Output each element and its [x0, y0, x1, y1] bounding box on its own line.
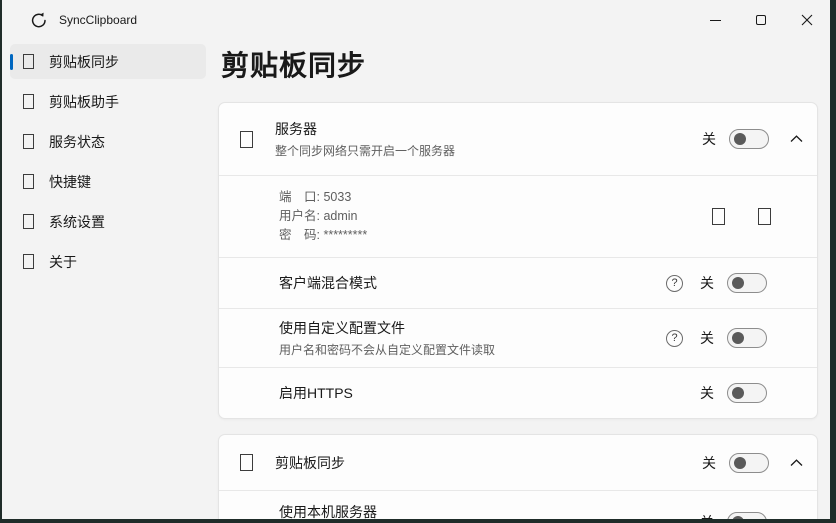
page-title: 剪贴板同步 — [221, 44, 818, 84]
missing-glyph-icon — [758, 208, 771, 225]
sidebar-item-service-status[interactable]: 服务状态 — [10, 124, 206, 159]
enable-https-toggle[interactable] — [727, 383, 767, 403]
client-mix-mode-toggle[interactable] — [727, 273, 767, 293]
toggle-knob — [732, 516, 744, 520]
sidebar-item-label: 关于 — [49, 252, 77, 272]
username-value: admin — [323, 209, 357, 223]
client-mix-mode-row: 客户端混合模式 ? 关 — [219, 257, 817, 308]
password-value: ********* — [323, 228, 367, 242]
toggle-knob — [732, 277, 744, 289]
chevron-up-icon — [790, 135, 803, 143]
toggle-knob — [734, 457, 746, 469]
chevron-up-icon — [790, 459, 803, 467]
maximize-icon — [756, 15, 766, 25]
sidebar-item-label: 快捷键 — [49, 172, 91, 192]
toggle-state-label: 关 — [700, 512, 714, 520]
server-icon — [240, 131, 253, 148]
server-username-line: 用户名: admin — [279, 207, 679, 226]
system-settings-icon — [23, 214, 34, 229]
custom-config-row: 使用自定义配置文件 用户名和密码不会从自定义配置文件读取 ? 关 — [219, 308, 817, 367]
clipboard-sync-card-title: 剪贴板同步 — [275, 453, 702, 473]
toggle-state-label: 关 — [700, 273, 714, 293]
server-toggle-state-label: 关 — [702, 129, 716, 149]
maximize-button[interactable] — [738, 0, 784, 40]
local-server-row: 使用本机服务器 本机服务器开启时，可免配置直接连接 关 — [219, 490, 817, 519]
server-password-line: 密 码: ********* — [279, 226, 679, 245]
hotkeys-icon — [23, 174, 34, 189]
enable-https-label: 启用HTTPS — [279, 383, 700, 403]
local-server-label: 使用本机服务器 — [279, 502, 700, 520]
copy-server-info-button[interactable] — [712, 208, 725, 225]
port-label: 端 口: — [279, 190, 320, 204]
titlebar: SyncClipboard — [2, 0, 830, 40]
port-value: 5033 — [323, 190, 351, 204]
main-content: 剪贴板同步 服务器 整个同步网络只需开启一个服务器 关 — [218, 40, 830, 519]
server-card-title: 服务器 — [275, 119, 702, 139]
server-info-panel: 端 口: 5033 用户名: admin 密 码: ********* — [219, 175, 817, 257]
help-icon[interactable]: ? — [666, 275, 683, 292]
toggle-state-label: 关 — [700, 328, 714, 348]
server-card: 服务器 整个同步网络只需开启一个服务器 关 端 口: 5033 用户名 — [218, 102, 818, 419]
server-collapse-button[interactable] — [790, 135, 803, 143]
server-port-line: 端 口: 5033 — [279, 188, 679, 207]
close-icon — [801, 14, 813, 26]
local-server-toggle[interactable] — [727, 512, 767, 520]
clipboard-assistant-icon — [23, 94, 34, 109]
toggle-knob — [732, 387, 744, 399]
sidebar-item-label: 系统设置 — [49, 212, 105, 232]
help-icon[interactable]: ? — [666, 330, 683, 347]
clipboard-sync-toggle[interactable] — [729, 453, 769, 473]
app-logo-sync-icon — [30, 12, 48, 29]
toggle-state-label: 关 — [700, 383, 714, 403]
toggle-knob — [734, 133, 746, 145]
clipboard-sync-icon — [23, 54, 34, 69]
sidebar-item-label: 剪贴板助手 — [49, 92, 119, 112]
app-window: SyncClipboard 剪贴板同步 剪贴板助手 — [2, 0, 830, 519]
minimize-button[interactable] — [692, 0, 738, 40]
clipboard-sync-card-header: 剪贴板同步 关 — [219, 435, 817, 490]
about-icon — [23, 254, 34, 269]
server-card-subtitle: 整个同步网络只需开启一个服务器 — [275, 142, 702, 159]
sidebar-item-about[interactable]: 关于 — [10, 244, 206, 279]
toggle-knob — [732, 332, 744, 344]
custom-config-toggle[interactable] — [727, 328, 767, 348]
app-title: SyncClipboard — [59, 13, 137, 27]
missing-glyph-icon — [712, 208, 725, 225]
selection-accent-bar — [10, 54, 13, 70]
server-card-header: 服务器 整个同步网络只需开启一个服务器 关 — [219, 103, 817, 175]
clipboard-sync-collapse-button[interactable] — [790, 459, 803, 467]
sidebar-item-clipboard-assistant[interactable]: 剪贴板助手 — [10, 84, 206, 119]
clipboard-sync-toggle-state-label: 关 — [702, 453, 716, 473]
custom-config-subtitle: 用户名和密码不会从自定义配置文件读取 — [279, 341, 666, 358]
sidebar: 剪贴板同步 剪贴板助手 服务状态 快捷键 系统设置 — [2, 40, 218, 519]
sidebar-item-label: 剪贴板同步 — [49, 52, 119, 72]
close-button[interactable] — [784, 0, 830, 40]
custom-config-label: 使用自定义配置文件 — [279, 318, 666, 338]
clipboard-sync-card: 剪贴板同步 关 使用本机服务器 本机服务器开启时，可免配置直接连接 — [218, 434, 818, 519]
sidebar-item-system-settings[interactable]: 系统设置 — [10, 204, 206, 239]
sidebar-item-clipboard-sync[interactable]: 剪贴板同步 — [10, 44, 206, 79]
edit-server-info-button[interactable] — [758, 208, 771, 225]
service-status-icon — [23, 134, 34, 149]
sidebar-item-hotkeys[interactable]: 快捷键 — [10, 164, 206, 199]
username-label: 用户名: — [279, 209, 320, 223]
clipboard-sync-icon — [240, 454, 253, 471]
sidebar-item-label: 服务状态 — [49, 132, 105, 152]
enable-https-row: 启用HTTPS 关 — [219, 367, 817, 418]
password-label: 密 码: — [279, 228, 320, 242]
server-toggle[interactable] — [729, 129, 769, 149]
minimize-icon — [710, 20, 721, 21]
window-controls — [692, 0, 830, 40]
client-mix-mode-label: 客户端混合模式 — [279, 273, 666, 293]
server-info-lines: 端 口: 5033 用户名: admin 密 码: ********* — [279, 188, 679, 245]
